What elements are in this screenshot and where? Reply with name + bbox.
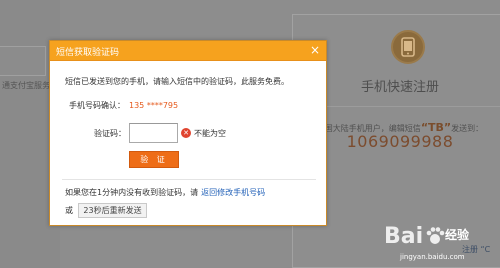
watermark-url: jingyan.baidu.com: [400, 253, 465, 261]
watermark-brand: Bai: [384, 223, 424, 249]
verification-code-input[interactable]: [129, 123, 178, 143]
code-label: 验证码：: [94, 128, 126, 138]
verify-button[interactable]: 验 证: [129, 151, 179, 168]
register-bottom-link[interactable]: 注册 “C: [462, 244, 490, 255]
hint-row: 如果您在1分钟内没有收到验证码，请 返回修改手机号码: [65, 187, 265, 198]
resend-row: 或 23秒后重新发送: [65, 203, 147, 218]
phone-label: 手机号码确认：: [69, 101, 125, 110]
resend-button[interactable]: 23秒后重新发送: [78, 203, 147, 218]
close-icon[interactable]: ×: [310, 43, 320, 57]
register-title: 手机快速注册: [360, 80, 439, 95]
register-number: 1069099988: [346, 132, 454, 151]
or-text: 或: [65, 206, 73, 215]
dialog-message: 短信已发送到您的手机，请输入短信中的验证码，此服务免费。: [65, 77, 289, 86]
dialog-divider: [62, 179, 316, 180]
dialog-title: 短信获取验证码: [56, 48, 120, 58]
phone-confirm-row: 手机号码确认： 135 ****795: [69, 100, 178, 111]
background-left-text: 通支付宝服务: [2, 81, 50, 90]
hint-text: 如果您在1分钟内没有收到验证码，请: [65, 188, 199, 197]
phone-value: 135 ****795: [129, 101, 179, 110]
phone-icon: [391, 30, 425, 64]
baidu-watermark: Bai: [384, 216, 447, 256]
watermark-brand-suffix: 经验: [445, 228, 470, 242]
dialog-header: 短信获取验证码 ×: [50, 41, 326, 61]
error-message: 不能为空: [194, 128, 226, 138]
change-phone-link[interactable]: 返回修改手机号码: [201, 188, 265, 197]
background-left-box: [0, 46, 46, 76]
register-divider: [300, 106, 500, 107]
paw-icon: [426, 227, 445, 244]
code-row: 验证码： ✕ 不能为空: [94, 123, 226, 143]
sms-verification-dialog: 短信获取验证码 × 短信已发送到您的手机，请输入短信中的验证码，此服务免费。 手…: [49, 40, 327, 226]
error-icon: ✕: [181, 128, 191, 138]
